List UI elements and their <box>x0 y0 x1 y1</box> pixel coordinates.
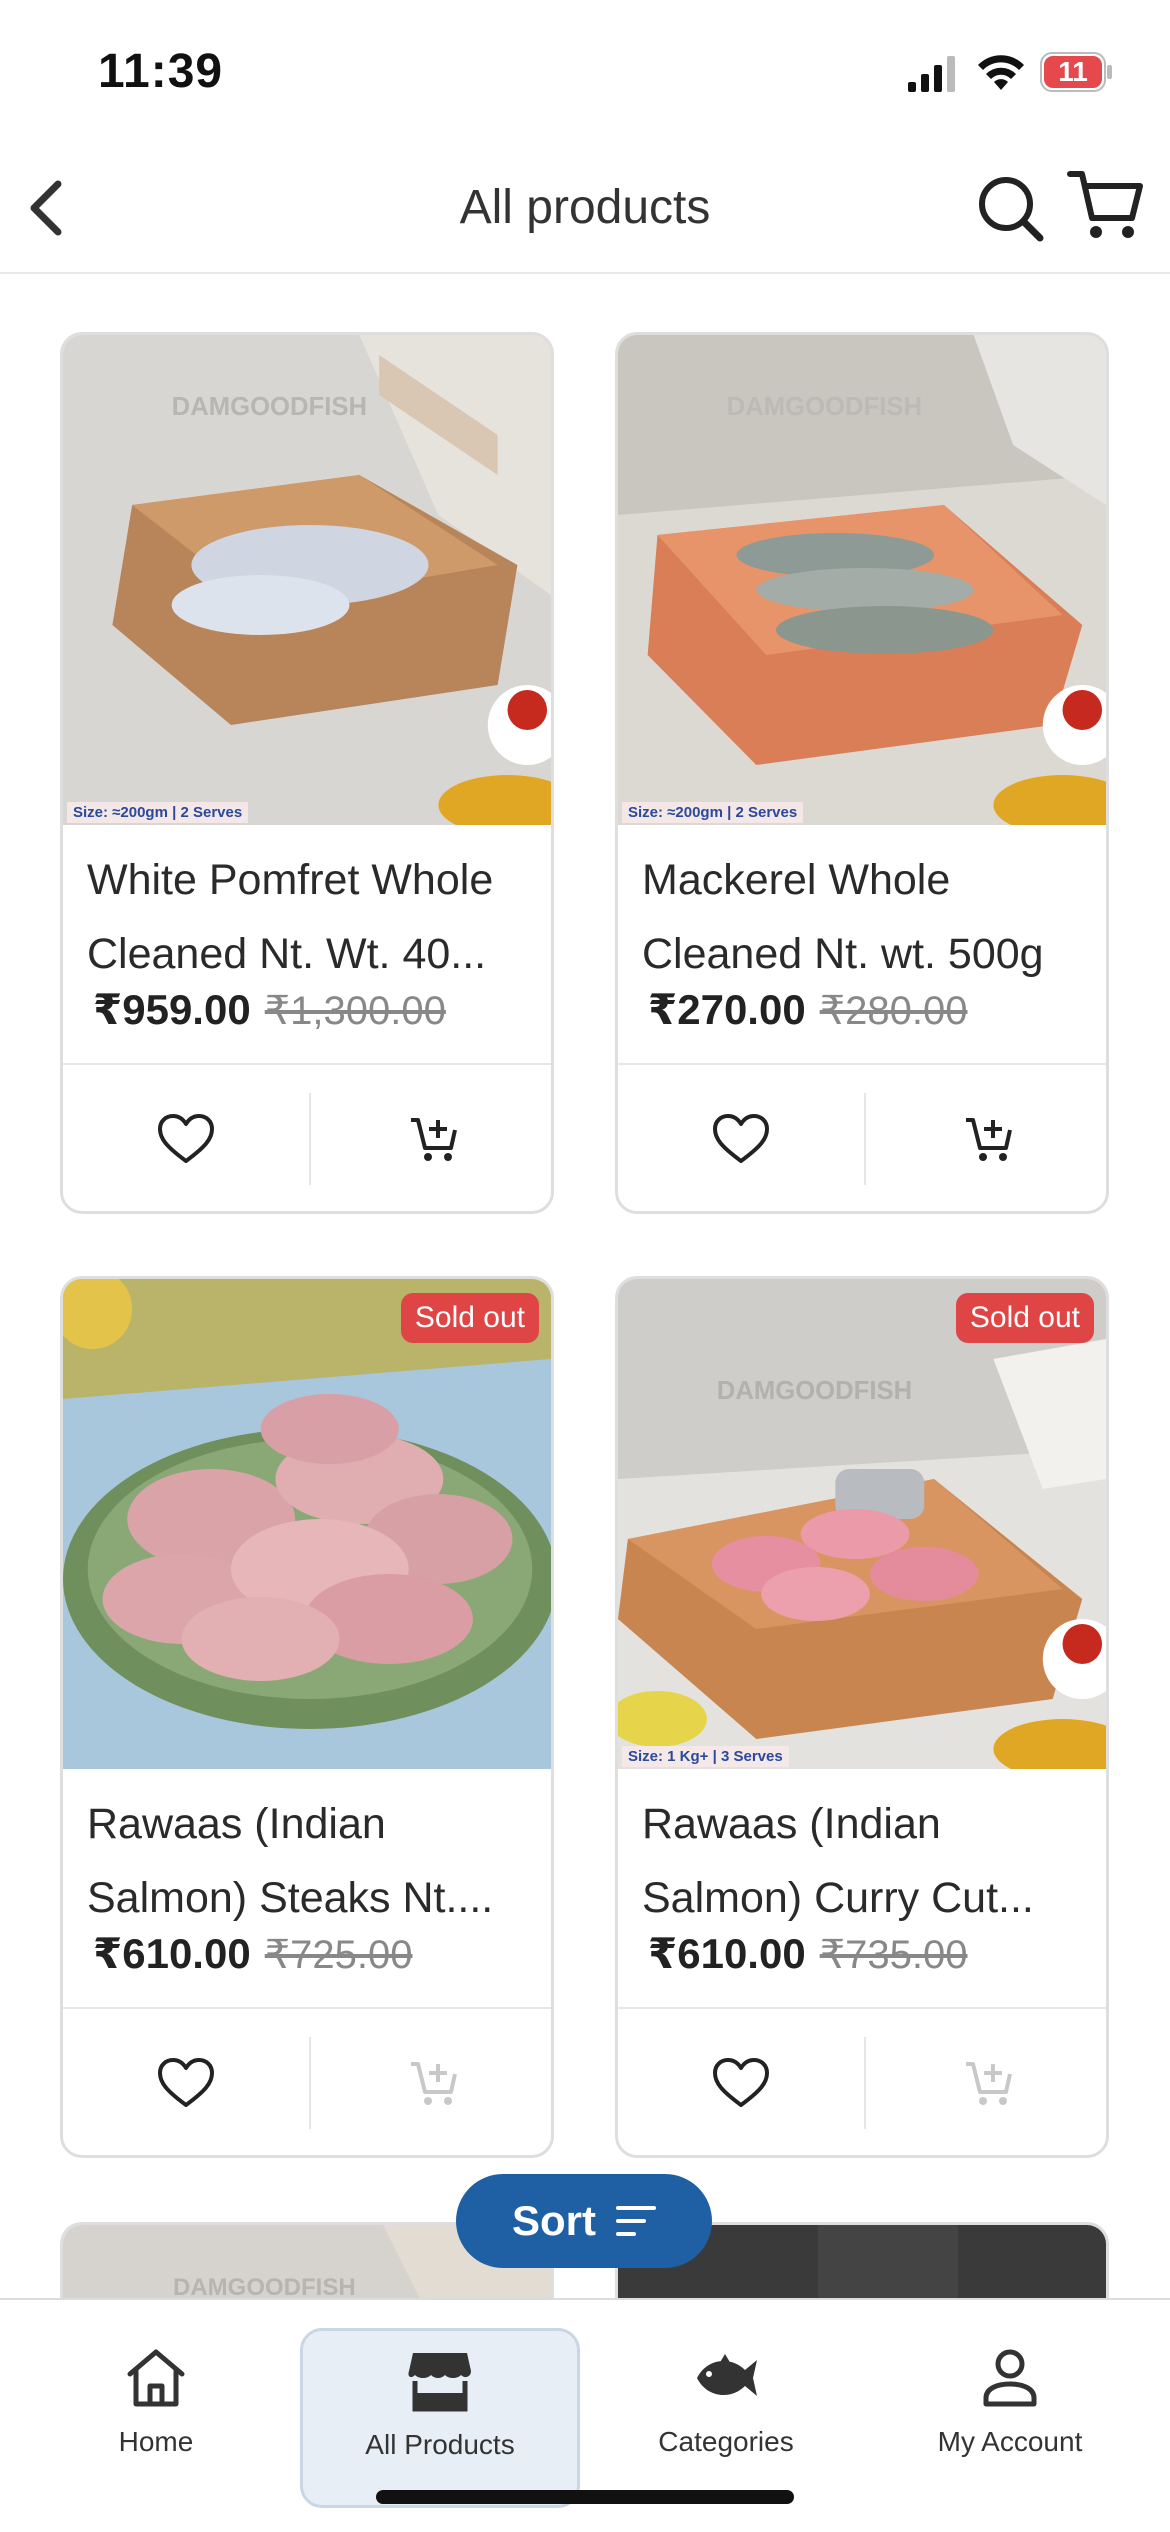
size-tag: Size: ≈200gm | 2 Serves <box>622 802 804 823</box>
product-name-line: Rawaas (Indian <box>87 1800 386 1848</box>
nav-item-all-products[interactable]: All Products <box>300 2328 580 2508</box>
price-row: ₹959.00 ₹1,300.00 <box>93 985 446 1034</box>
product-name-line: White Pomfret Whole <box>87 856 494 904</box>
card-actions <box>618 2007 1106 2155</box>
product-name-line: Cleaned Nt. Wt. 40... <box>87 930 487 978</box>
product-card[interactable]: DAMGOODFISH Size: ≈200gm | 2 Serves Whit… <box>60 332 554 1214</box>
add-cart-icon <box>411 2062 457 2105</box>
status-time: 11:39 <box>98 45 224 98</box>
product-name[interactable]: Rawaas (Indian Salmon) Steaks Nt.... <box>87 1787 537 1935</box>
product-image[interactable]: DAMGOODFISH Size: ≈200gm | 2 Serves <box>618 335 1106 825</box>
product-name[interactable]: White Pomfret Whole Cleaned Nt. Wt. 40..… <box>87 843 537 991</box>
old-price: ₹735.00 <box>819 1933 968 1977</box>
old-price: ₹280.00 <box>819 989 968 1033</box>
sold-out-badge: Sold out <box>400 1293 539 1343</box>
heart-icon <box>158 2058 214 2107</box>
product-name-line: Cleaned Nt. wt. 500g <box>642 930 1044 978</box>
nav-item-home[interactable]: Home <box>16 2328 296 2508</box>
nav-label: Categories <box>658 2426 794 2457</box>
svg-text:DAMGOODFISH: DAMGOODFISH <box>172 393 367 421</box>
product-image[interactable]: DAMGOODFISH Sold out Size: 1 Kg+ | 3 Ser… <box>618 1279 1106 1769</box>
nav-item-my-account[interactable]: My Account <box>870 2328 1150 2508</box>
heart-icon <box>713 1114 769 1163</box>
heart-icon <box>158 1114 214 1163</box>
home-indicator[interactable] <box>376 2490 794 2504</box>
header: All products <box>0 150 1170 274</box>
product-image[interactable]: Sold out <box>63 1279 551 1769</box>
price-row: ₹610.00 ₹735.00 <box>648 1929 967 1978</box>
heart-icon <box>713 2058 769 2107</box>
product-card[interactable]: DAMGOODFISH Size: ≈200gm | 2 Serves Mack… <box>615 332 1109 1214</box>
product-name[interactable]: Rawaas (Indian Salmon) Curry Cut... <box>642 1787 1092 1935</box>
nav-label: My Account <box>937 2426 1083 2457</box>
svg-text:DAMGOODFISH: DAMGOODFISH <box>173 2274 356 2301</box>
fish-icon <box>697 2354 757 2396</box>
old-price: ₹725.00 <box>264 1933 413 1977</box>
card-actions <box>63 2007 551 2155</box>
svg-text:DAMGOODFISH: DAMGOODFISH <box>717 1377 912 1405</box>
wishlist-button[interactable] <box>618 2009 864 2155</box>
product-name-line: Rawaas (Indian <box>642 1800 941 1848</box>
product-card[interactable]: Sold out Rawaas (Indian Salmon) Steaks N… <box>60 1276 554 2158</box>
battery-level: 11 <box>1044 56 1102 88</box>
product-name-line: Salmon) Curry Cut... <box>642 1874 1034 1922</box>
sort-label: Sort <box>512 2197 596 2244</box>
price-row: ₹610.00 ₹725.00 <box>93 1929 412 1978</box>
product-name[interactable]: Mackerel Whole Cleaned Nt. wt. 500g <box>642 843 1092 991</box>
home-icon <box>127 2349 185 2407</box>
add-to-cart-button[interactable] <box>866 1065 1106 1211</box>
sort-icon <box>616 2206 656 2236</box>
product-card[interactable]: DAMGOODFISH Sold out Size: 1 Kg+ | 3 Ser… <box>615 1276 1109 2158</box>
product-image[interactable]: DAMGOODFISH Size: ≈200gm | 2 Serves <box>63 335 551 825</box>
wifi-icon <box>978 55 1024 90</box>
add-to-cart-button-disabled <box>866 2009 1106 2155</box>
sold-out-badge: Sold out <box>955 1293 1094 1343</box>
store-icon <box>408 2353 471 2412</box>
search-icon[interactable] <box>976 172 1046 244</box>
size-tag: Size: ≈200gm | 2 Serves <box>67 802 249 823</box>
wishlist-button[interactable] <box>63 1065 309 1211</box>
price: ₹959.00 <box>93 986 251 1033</box>
sort-button[interactable]: Sort <box>456 2174 712 2268</box>
price: ₹610.00 <box>648 1930 806 1977</box>
nav-label: All Products <box>365 2429 515 2460</box>
price-row: ₹270.00 ₹280.00 <box>648 985 967 1034</box>
old-price: ₹1,300.00 <box>264 989 446 1033</box>
wishlist-button[interactable] <box>618 1065 864 1211</box>
add-to-cart-button[interactable] <box>311 1065 551 1211</box>
price: ₹610.00 <box>93 1930 251 1977</box>
cart-icon[interactable] <box>1066 166 1146 244</box>
price: ₹270.00 <box>648 986 806 1033</box>
card-actions <box>618 1063 1106 1211</box>
add-cart-icon <box>966 2062 1012 2105</box>
product-name-line: Salmon) Steaks Nt.... <box>87 1874 494 1922</box>
card-actions <box>63 1063 551 1211</box>
status-bar: 11:39 11 <box>0 0 1170 150</box>
product-name-line: Mackerel Whole <box>642 856 951 904</box>
nav-label: Home <box>118 2426 194 2457</box>
svg-text:DAMGOODFISH: DAMGOODFISH <box>727 393 922 421</box>
person-icon <box>983 2349 1037 2407</box>
add-cart-icon <box>966 1118 1012 1161</box>
signal-icon <box>908 56 955 92</box>
wishlist-button[interactable] <box>63 2009 309 2155</box>
nav-item-categories[interactable]: Categories <box>586 2328 866 2508</box>
add-to-cart-button-disabled <box>311 2009 551 2155</box>
add-cart-icon <box>411 1118 457 1161</box>
size-tag: Size: 1 Kg+ | 3 Serves <box>622 1746 789 1767</box>
